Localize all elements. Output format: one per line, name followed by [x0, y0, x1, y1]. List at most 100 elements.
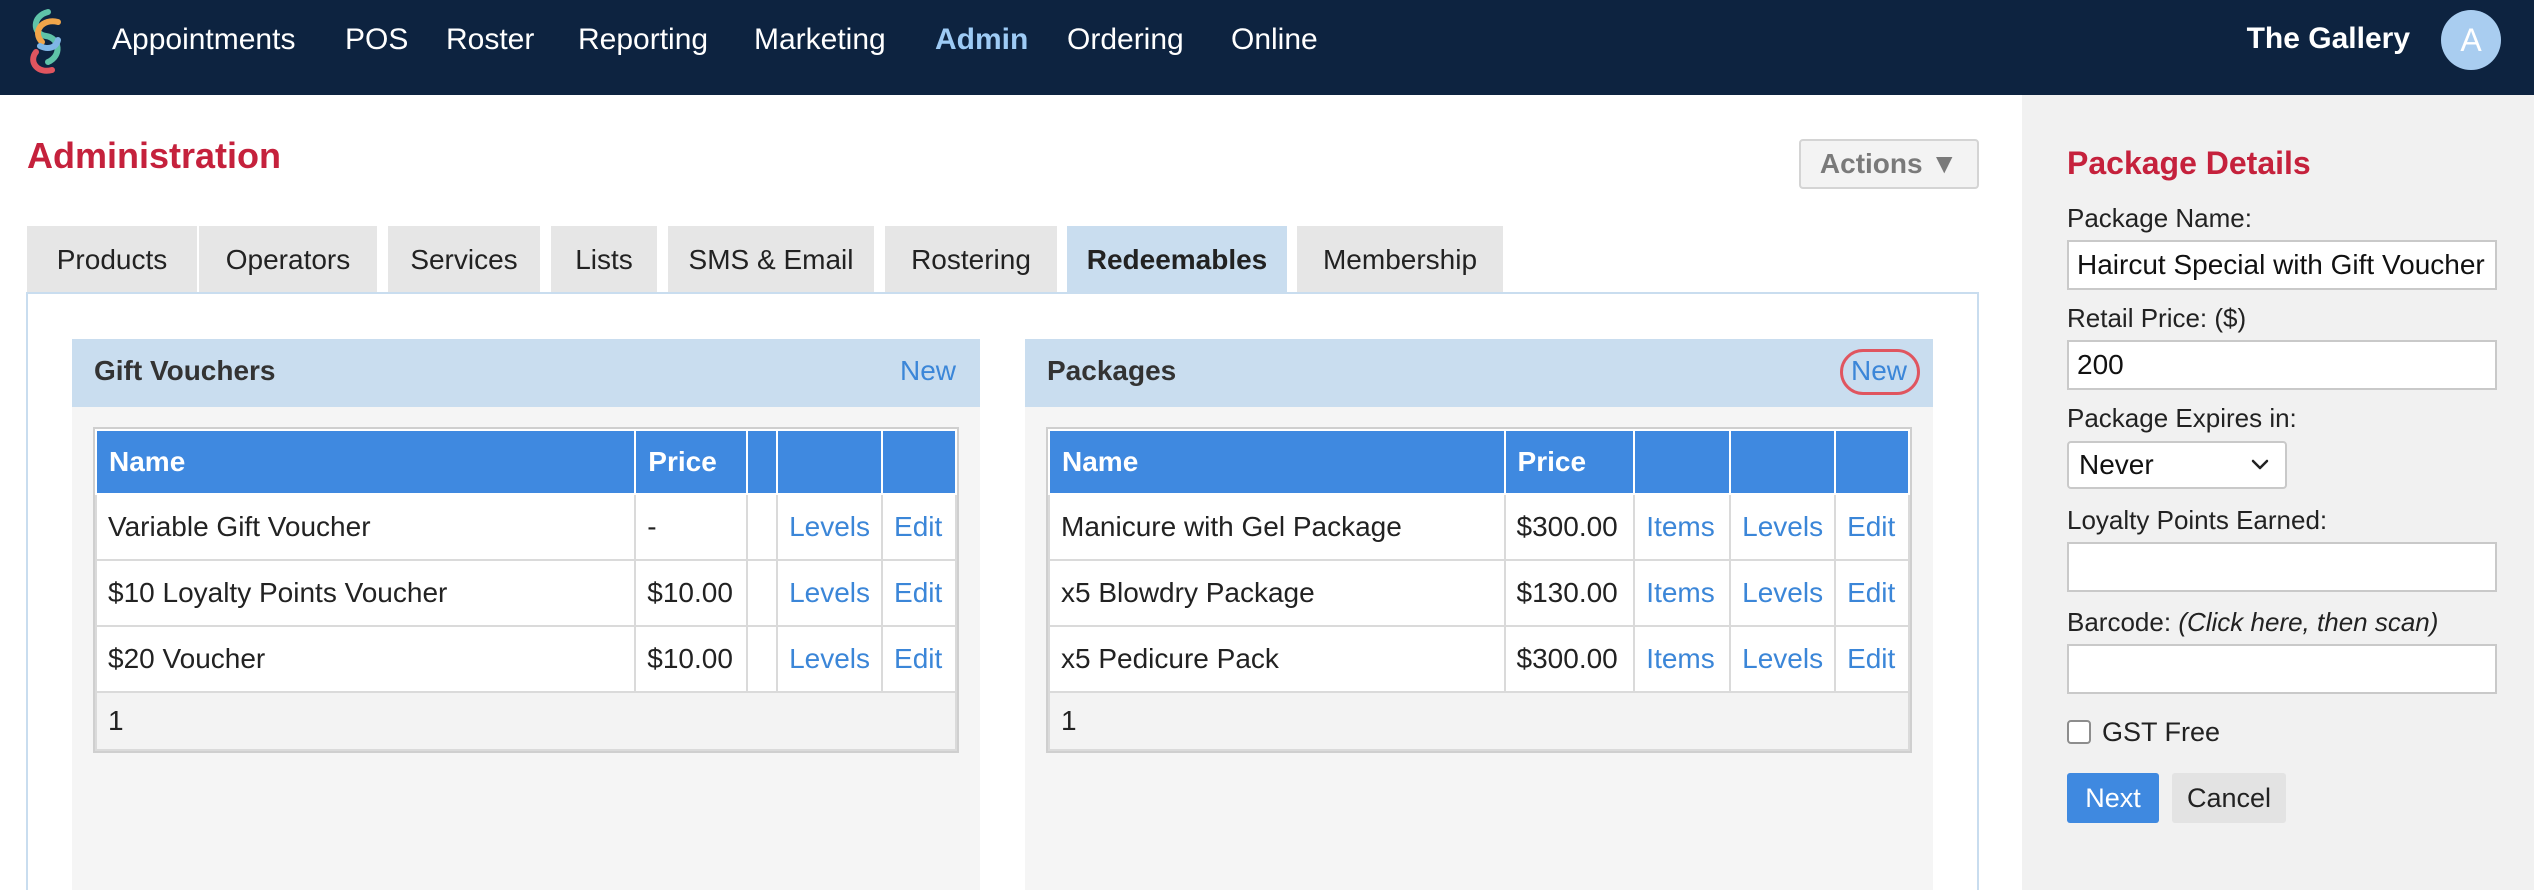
chevron-down-icon: [2251, 459, 2269, 470]
gst-free-checkbox[interactable]: [2067, 720, 2091, 744]
barcode-label: Barcode: (Click here, then scan): [2067, 607, 2438, 638]
empty-cell: [746, 625, 779, 693]
edit-link[interactable]: Edit: [1834, 625, 1910, 693]
table-row: x5 Pedicure Pack $300.00 Items Levels Ed…: [1048, 625, 1910, 693]
column-header-name: Name: [1048, 429, 1506, 495]
package-name-label: Package Name:: [2067, 203, 2252, 233]
package-price: $130.00: [1503, 559, 1636, 627]
column-header-levels: [1729, 429, 1837, 495]
packages-title: Packages: [1047, 355, 1177, 386]
gift-vouchers-table: Name Price Variable Gift Voucher - Level…: [93, 427, 959, 753]
nav-admin[interactable]: Admin: [935, 22, 1028, 58]
tab-sms-email[interactable]: SMS & Email: [668, 226, 874, 294]
pager-row: 1: [95, 691, 957, 751]
tab-redeemables[interactable]: Redeemables: [1067, 226, 1287, 294]
retail-price-label: Retail Price: ($): [2067, 303, 2247, 333]
nav-online[interactable]: Online: [1231, 22, 1318, 58]
barcode-input[interactable]: [2067, 644, 2497, 694]
column-header-levels: [776, 429, 884, 495]
levels-link[interactable]: Levels: [1729, 493, 1837, 561]
column-header-edit: [1834, 429, 1910, 495]
table-row: Manicure with Gel Package $300.00 Items …: [1048, 493, 1910, 561]
gift-vouchers-title: Gift Vouchers: [94, 355, 276, 386]
tab-lists[interactable]: Lists: [551, 226, 657, 294]
items-link[interactable]: Items: [1633, 493, 1732, 561]
loyalty-points-label: Loyalty Points Earned:: [2067, 505, 2328, 535]
new-gift-voucher-link[interactable]: New: [900, 355, 956, 387]
package-name: x5 Blowdry Package: [1048, 559, 1506, 627]
package-price: $300.00: [1503, 625, 1636, 693]
actions-button[interactable]: Actions ▼: [1799, 139, 1979, 189]
nav-marketing[interactable]: Marketing: [754, 22, 886, 58]
package-name: Manicure with Gel Package: [1048, 493, 1506, 561]
tab-operators[interactable]: Operators: [199, 226, 377, 294]
column-header-blank: [746, 429, 779, 495]
nav-ordering[interactable]: Ordering: [1067, 22, 1184, 58]
avatar[interactable]: A: [2441, 10, 2501, 70]
tab-services[interactable]: Services: [388, 226, 540, 294]
column-header-price: Price: [1503, 429, 1636, 495]
gst-free-label: GST Free: [2102, 717, 2221, 747]
gift-vouchers-panel: Gift Vouchers New Name Price Variable Gi…: [72, 339, 980, 890]
package-details-panel: Package Details Package Name: Retail Pri…: [2022, 95, 2534, 890]
voucher-price: $10.00: [634, 625, 749, 693]
voucher-name: $20 Voucher: [94, 625, 637, 693]
tab-products[interactable]: Products: [27, 226, 197, 294]
page-number[interactable]: 1: [1048, 691, 1910, 751]
page-title: Administration: [27, 135, 282, 176]
table-row: x5 Blowdry Package $130.00 Items Levels …: [1048, 559, 1910, 627]
retail-price-input[interactable]: [2067, 340, 2497, 390]
new-package-link[interactable]: New: [1851, 355, 1907, 387]
column-header-price: Price: [634, 429, 749, 495]
top-nav: Appointments POS Roster Reporting Market…: [0, 0, 2534, 95]
edit-link[interactable]: Edit: [881, 625, 957, 693]
nav-appointments[interactable]: Appointments: [112, 22, 295, 58]
voucher-name: $10 Loyalty Points Voucher: [94, 559, 637, 627]
levels-link[interactable]: Levels: [776, 559, 884, 627]
levels-link[interactable]: Levels: [1729, 559, 1837, 627]
column-header-edit: [881, 429, 957, 495]
packages-panel: Packages New Name Price Manicure with Ge…: [1025, 339, 1933, 890]
tab-membership[interactable]: Membership: [1297, 226, 1503, 294]
packages-header: Packages New: [1025, 339, 1933, 407]
items-link[interactable]: Items: [1633, 559, 1732, 627]
table-header-row: Name Price: [94, 429, 957, 495]
page-number[interactable]: 1: [95, 691, 957, 751]
items-link[interactable]: Items: [1633, 625, 1732, 693]
levels-link[interactable]: Levels: [776, 493, 884, 561]
nav-reporting[interactable]: Reporting: [578, 22, 708, 58]
tab-rostering[interactable]: Rostering: [885, 226, 1057, 294]
package-expires-label: Package Expires in:: [2067, 403, 2297, 433]
barcode-hint: (Click here, then scan): [2178, 607, 2439, 637]
main-content: Administration Actions ▼ Products Operat…: [0, 95, 2022, 890]
edit-link[interactable]: Edit: [881, 559, 957, 627]
levels-link[interactable]: Levels: [776, 625, 884, 693]
gift-vouchers-header: Gift Vouchers New: [72, 339, 980, 407]
table-row: $10 Loyalty Points Voucher $10.00 Levels…: [94, 559, 957, 627]
barcode-label-text: Barcode:: [2067, 607, 2172, 637]
edit-link[interactable]: Edit: [1834, 559, 1910, 627]
swirl-logo-icon[interactable]: [18, 6, 76, 78]
package-price: $300.00: [1503, 493, 1636, 561]
column-header-name: Name: [94, 429, 637, 495]
nav-pos[interactable]: POS: [345, 22, 408, 58]
edit-link[interactable]: Edit: [1834, 493, 1910, 561]
packages-table: Name Price Manicure with Gel Package $30…: [1046, 427, 1912, 753]
pager-row: 1: [1048, 691, 1910, 751]
loyalty-points-input[interactable]: [2067, 542, 2497, 592]
package-expires-select[interactable]: Never: [2067, 441, 2287, 489]
empty-cell: [746, 493, 779, 561]
package-name-input[interactable]: [2067, 240, 2497, 290]
cancel-button[interactable]: Cancel: [2172, 773, 2286, 823]
nav-roster[interactable]: Roster: [446, 22, 534, 58]
levels-link[interactable]: Levels: [1729, 625, 1837, 693]
empty-cell: [746, 559, 779, 627]
voucher-name: Variable Gift Voucher: [94, 493, 637, 561]
voucher-price: -: [634, 493, 749, 561]
edit-link[interactable]: Edit: [881, 493, 957, 561]
venue-name[interactable]: The Gallery: [2247, 22, 2410, 56]
next-button[interactable]: Next: [2067, 773, 2159, 823]
table-header-row: Name Price: [1048, 429, 1910, 495]
column-header-items: [1633, 429, 1732, 495]
voucher-price: $10.00: [634, 559, 749, 627]
